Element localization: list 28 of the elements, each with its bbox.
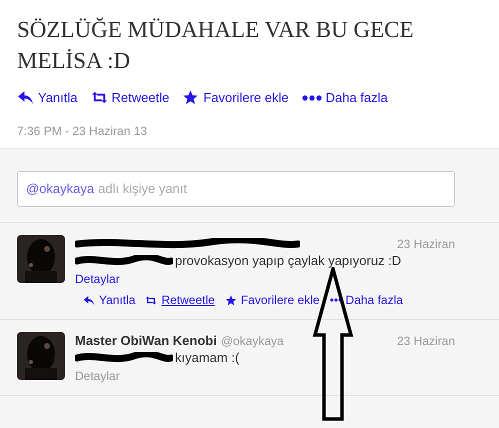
retweet-icon (145, 294, 158, 306)
tweet-text: SÖZLÜĞE MÜDAHALE VAR BU GECE MELİSA :D (17, 16, 415, 75)
star-icon (182, 90, 200, 106)
reply-icon (17, 90, 34, 106)
retweet-link[interactable]: Retweetle (145, 291, 215, 309)
star-icon (224, 294, 237, 306)
more-link[interactable]: Daha fazla (302, 88, 388, 108)
favorite-link[interactable]: Favorilere ekle (182, 88, 289, 108)
favorite-link[interactable]: Favorilere ekle (224, 291, 320, 309)
dots-icon (330, 298, 342, 302)
reply-link[interactable]: Yanıtla (83, 291, 136, 309)
reply-field[interactable]: @okaykaya adlı kişiye yanıt (17, 171, 455, 207)
dots-icon (302, 94, 322, 101)
placeholder-text: adlı kişiye yanıt (98, 180, 187, 198)
reply-icon (83, 294, 95, 306)
reply-date: 23 Haziran (396, 332, 455, 350)
author-handle: @okaykaya (220, 332, 284, 350)
mention-placeholder: @okaykaya (26, 180, 94, 198)
more-link[interactable]: Daha fazla (330, 291, 403, 309)
reply-link[interactable]: Yanıtla (17, 88, 78, 108)
retweet-icon (90, 90, 108, 106)
timestamp: 7:36 PM - 23 Haziran 13 (17, 122, 148, 140)
author-name[interactable]: Master ObiWan Kenobi (75, 330, 217, 350)
reply-text: kıyamam :( (175, 349, 240, 368)
reply-date: 23 Haziran (396, 236, 455, 252)
reply-text: provokasyon yapıp çaylak yapıyoruz :D (175, 252, 402, 270)
retweet-link[interactable]: Retweetle (90, 88, 170, 108)
details-link[interactable]: Detaylar (75, 270, 455, 288)
